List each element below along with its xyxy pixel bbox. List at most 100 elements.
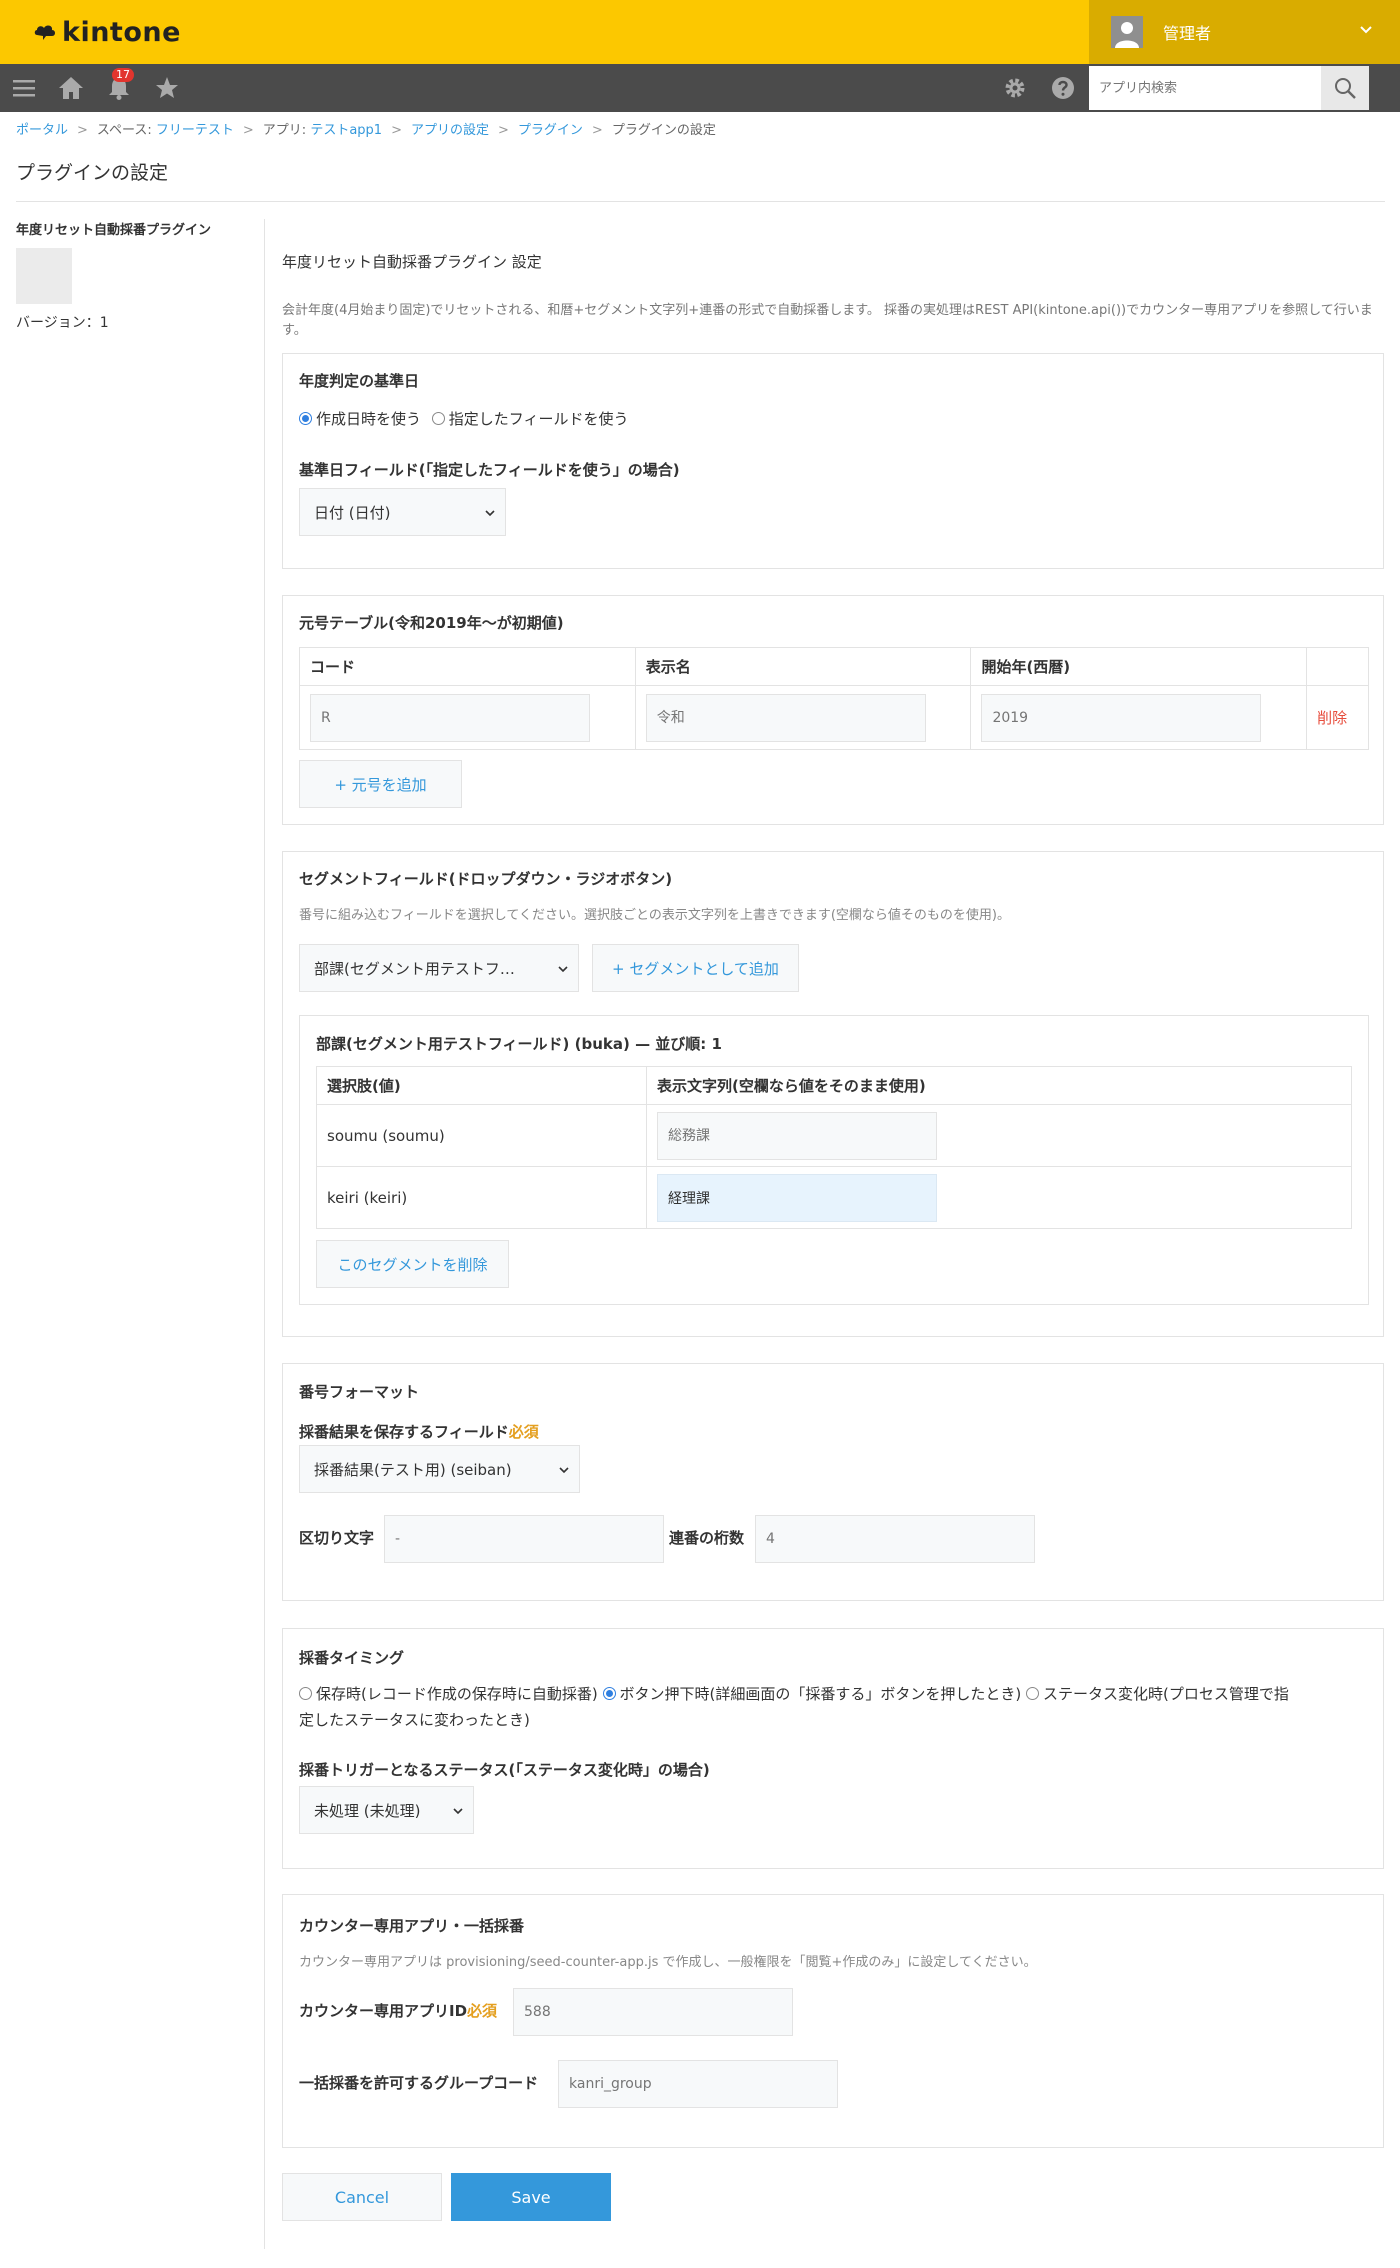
breadcrumb-plugins[interactable]: プラグイン [518,123,583,138]
sidebar-divider [264,219,265,2249]
table-row: keiri (keiri) [316,1166,1352,1229]
top-header: kintone 管理者 [0,0,1400,64]
chevron-down-icon [453,1808,463,1815]
cancel-button[interactable]: Cancel [282,2173,442,2221]
settings-description: 会計年度(4月始まり固定)でリセットされる、和暦+セグメント文字列+連番の形式で… [282,303,1373,338]
radio-created-date[interactable]: 作成日時を使う [299,410,421,428]
search-icon [1335,78,1356,99]
radio-selected-icon [299,412,312,425]
segment-field-select[interactable]: 部課(セグメント用テストフ… [299,944,579,992]
plugin-version: バージョン：1 [16,315,109,331]
era-year-input[interactable] [981,693,1262,742]
plugin-icon [16,248,72,304]
counter-app-id-label: カウンター専用アプリID必須 [299,2000,497,2021]
breadcrumb-app[interactable]: テストapp1 [310,123,382,138]
format-section-title: 番号フォーマット [299,1383,420,1401]
breadcrumb-space[interactable]: フリーテスト [156,123,234,138]
counter-hint: カウンター専用アプリは provisioning/seed-counter-ap… [299,1955,1037,1970]
breadcrumb-app-prefix: アプリ: [262,123,311,138]
home-icon[interactable] [58,76,84,100]
separator-input[interactable] [384,1515,664,1563]
user-menu[interactable]: 管理者 [1089,0,1400,64]
settings-title: 年度リセット自動採番プラグイン 設定 [282,253,542,271]
segment-col-choice: 選択肢(値) [316,1066,647,1105]
era-col-code: コード [299,647,636,686]
breadcrumb-app-settings[interactable]: アプリの設定 [411,123,489,138]
radio-selected-icon [602,1687,616,1700]
digits-input[interactable] [755,1515,1035,1563]
segment-field-value: 部課(セグメント用テストフ… [314,959,515,978]
plugin-name: 年度リセット自動採番プラグイン [16,223,212,238]
segment-display-input[interactable] [657,1111,937,1160]
chevron-down-icon [1360,26,1372,34]
segment-section-title: セグメントフィールド(ドロップダウン・ラジオボタン) [299,870,673,888]
app-search-input[interactable] [1089,66,1321,110]
segment-choice-value: soumu (soumu) [316,1104,647,1167]
counter-app-id-input[interactable] [513,1988,793,2036]
breadcrumb: ポータル > スペース: フリーテスト > アプリ: テストapp1 > アプリの設定 > プラ… [16,123,716,138]
counter-app-section: カウンター専用アプリ・一括採番 カウンター専用アプリは provisioning… [282,1894,1384,2148]
delete-segment-button[interactable]: このセグメントを削除 [316,1240,509,1288]
chevron-down-icon [485,510,495,517]
required-badge: 必須 [467,2002,498,2020]
timing-radio-line-1: 保存時(レコード作成の保存時に自動採番) ボタン押下時(詳細画面の「採番する」ボ… [299,1681,1369,1707]
segment-card-title: 部課(セグメント用テストフィールド) (buka) — 並び順: 1 [316,1035,722,1053]
timing-radio-group: 保存時(レコード作成の保存時に自動採番) ボタン押下時(詳細画面の「採番する」ボ… [299,1681,1369,1733]
help-icon[interactable] [1051,76,1075,100]
radio-on-save-label: 保存時(レコード作成の保存時に自動採番) [316,1685,598,1703]
radio-on-status-label: ステータス変化時(プロセス管理で指 [1043,1685,1289,1703]
result-field-value: 採番結果(テスト用) (seiban) [314,1460,512,1479]
segment-field-section: セグメントフィールド(ドロップダウン・ラジオボタン) 番号に組み込むフィールドを… [282,851,1384,1337]
era-delete-link[interactable]: 削除 [1317,709,1347,727]
radio-unselected-icon [299,1687,312,1700]
bulk-group-input[interactable] [558,2060,838,2108]
breadcrumb-portal[interactable]: ポータル [16,123,68,138]
breadcrumb-space-prefix: スペース: [96,123,156,138]
digits-label: 連番の桁数 [669,1529,745,1547]
bulk-group-label: 一括採番を許可するグループコード [299,2074,539,2092]
base-date-field-value: 日付 (日付) [314,503,391,522]
result-field-select[interactable]: 採番結果(テスト用) (seiban) [299,1445,580,1493]
table-row: 削除 [299,685,1369,750]
radio-on-save[interactable]: 保存時(レコード作成の保存時に自動採番) [299,1685,598,1703]
result-field-label: 採番結果を保存するフィールド必須 [299,1421,539,1442]
era-code-input[interactable] [310,693,590,742]
era-table: コード 表示名 開始年(西暦) 削除 [299,647,1369,750]
radio-created-label: 作成日時を使う [316,410,422,428]
table-row: soumu (soumu) [316,1104,1352,1167]
user-avatar-icon [1111,16,1143,48]
radio-unselected-icon [1026,1687,1039,1700]
separator-label: 区切り文字 [299,1529,375,1547]
hamburger-menu-icon[interactable] [12,76,36,100]
page-title: プラグインの設定 [16,162,169,184]
radio-unselected-icon [431,412,445,425]
timing-section-title: 採番タイミング [299,1649,405,1667]
numbering-timing-section: 採番タイミング 保存時(レコード作成の保存時に自動採番) ボタン押下時(詳細画面… [282,1628,1384,1869]
chevron-down-icon [558,966,568,973]
kintone-logo[interactable]: kintone [34,14,181,50]
add-segment-button[interactable]: + セグメントとして追加 [592,944,799,992]
segment-choice-table: 選択肢(値) 表示文字列(空欄なら値をそのまま使用) soumu (soumu)… [316,1066,1352,1229]
era-name-input[interactable] [645,693,926,742]
trigger-status-select[interactable]: 未処理 (未処理) [299,1786,474,1834]
breadcrumb-current: プラグインの設定 [611,123,716,138]
segment-col-display: 表示文字列(空欄なら値をそのまま使用) [646,1066,1352,1105]
gear-icon[interactable] [1003,76,1027,100]
timing-radio-line-2: 定したステータスに変わったとき) [299,1711,530,1729]
base-date-field-select[interactable]: 日付 (日付) [299,488,506,536]
chevron-down-icon [559,1467,569,1474]
add-era-button[interactable]: + 元号を追加 [299,760,462,808]
fiscal-section-title: 年度判定の基準日 [299,372,420,390]
favorite-star-icon[interactable] [155,76,179,100]
era-col-year: 開始年(西暦) [970,647,1308,686]
radio-on-button-label: ボタン押下時(詳細画面の「採番する」ボタンを押したとき) [619,1685,1022,1703]
number-format-section: 番号フォーマット 採番結果を保存するフィールド必須 採番結果(テスト用) (se… [282,1363,1384,1601]
search-button[interactable] [1321,66,1369,110]
radio-on-button[interactable]: ボタン押下時(詳細画面の「採番する」ボタンを押したとき) [602,1685,1022,1703]
radio-specified-field[interactable]: 指定したフィールドを使う [431,410,629,428]
trigger-status-label: 採番トリガーとなるステータス(「ステータス変化時」の場合) [299,1761,710,1779]
kintone-cloud-icon [34,25,55,40]
radio-on-status[interactable]: ステータス変化時(プロセス管理で指 [1026,1685,1289,1703]
segment-display-input[interactable] [657,1173,937,1222]
save-button[interactable]: Save [451,2173,611,2221]
